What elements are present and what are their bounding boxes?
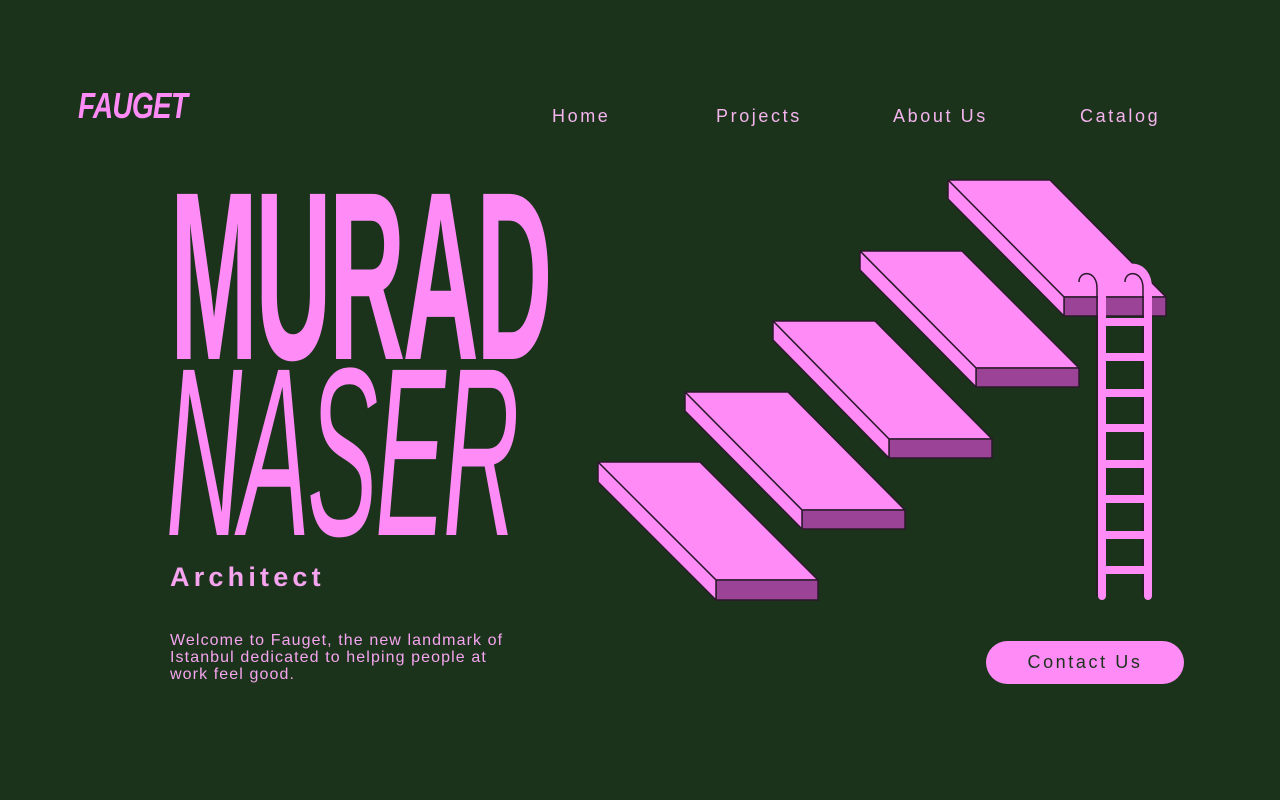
nav-home[interactable]: Home [552, 103, 610, 129]
hero-role: Architect [170, 562, 325, 592]
nav-about-us[interactable]: About Us [893, 103, 988, 129]
ladder [1070, 263, 1152, 600]
nav-catalog[interactable]: Catalog [1080, 103, 1160, 129]
floating-stairs-with-ladder-illustration [597, 179, 1167, 601]
contact-us-button[interactable]: Contact Us [986, 641, 1184, 684]
hero-last-name: NASER [166, 318, 519, 586]
nav-projects[interactable]: Projects [716, 103, 802, 129]
hero-intro-text: Welcome to Fauget, the new landmark of I… [170, 632, 504, 683]
brand-logo[interactable]: FAUGET [78, 84, 188, 128]
landing-page: FAUGET Home Projects About Us Catalog MU… [0, 0, 1280, 800]
